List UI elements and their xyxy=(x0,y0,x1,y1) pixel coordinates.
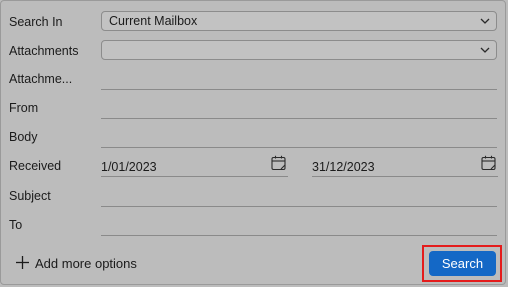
calendar-icon[interactable] xyxy=(480,154,498,172)
received-label: Received xyxy=(9,159,62,173)
attachment-name-label: Attachme... xyxy=(9,72,73,86)
subject-input[interactable] xyxy=(101,187,497,207)
attachments-label: Attachments xyxy=(9,44,79,58)
received-start-value: 1/01/2023 xyxy=(101,160,157,174)
search-in-dropdown[interactable]: Current Mailbox xyxy=(101,11,497,31)
attachments-dropdown[interactable] xyxy=(101,40,497,60)
attachment-name-row: Attachme... xyxy=(1,65,507,93)
search-options-panel: Search In Current Mailbox Attachments At… xyxy=(0,0,506,285)
to-input[interactable] xyxy=(101,216,497,236)
subject-label: Subject xyxy=(9,189,51,203)
to-row: To xyxy=(1,211,507,239)
from-label: From xyxy=(9,101,39,115)
subject-row: Subject xyxy=(1,182,507,210)
search-in-value: Current Mailbox xyxy=(109,14,198,28)
plus-icon xyxy=(16,256,29,269)
body-label: Body xyxy=(9,130,38,144)
attachments-row: Attachments xyxy=(1,37,507,65)
search-button[interactable]: Search xyxy=(429,251,496,276)
search-in-row: Search In Current Mailbox xyxy=(1,8,507,36)
received-start-date-input[interactable]: 1/01/2023 xyxy=(101,154,288,177)
received-end-value: 31/12/2023 xyxy=(312,160,375,174)
from-input[interactable] xyxy=(101,99,497,119)
received-end-date-input[interactable]: 31/12/2023 xyxy=(312,154,498,177)
search-button-highlight: Search xyxy=(422,245,502,282)
add-more-options-button[interactable]: Add more options xyxy=(15,255,137,273)
calendar-icon[interactable] xyxy=(270,154,288,172)
body-input[interactable] xyxy=(101,128,497,148)
to-label: To xyxy=(9,218,23,232)
chevron-down-icon xyxy=(480,18,490,24)
from-row: From xyxy=(1,94,507,122)
received-row: Received 1/01/2023 31/12/2023 xyxy=(1,152,507,180)
attachment-name-input[interactable] xyxy=(101,70,497,90)
body-row: Body xyxy=(1,123,507,151)
add-more-options-label: Add more options xyxy=(35,256,137,271)
chevron-down-icon xyxy=(480,47,490,53)
search-in-label: Search In xyxy=(9,15,63,29)
